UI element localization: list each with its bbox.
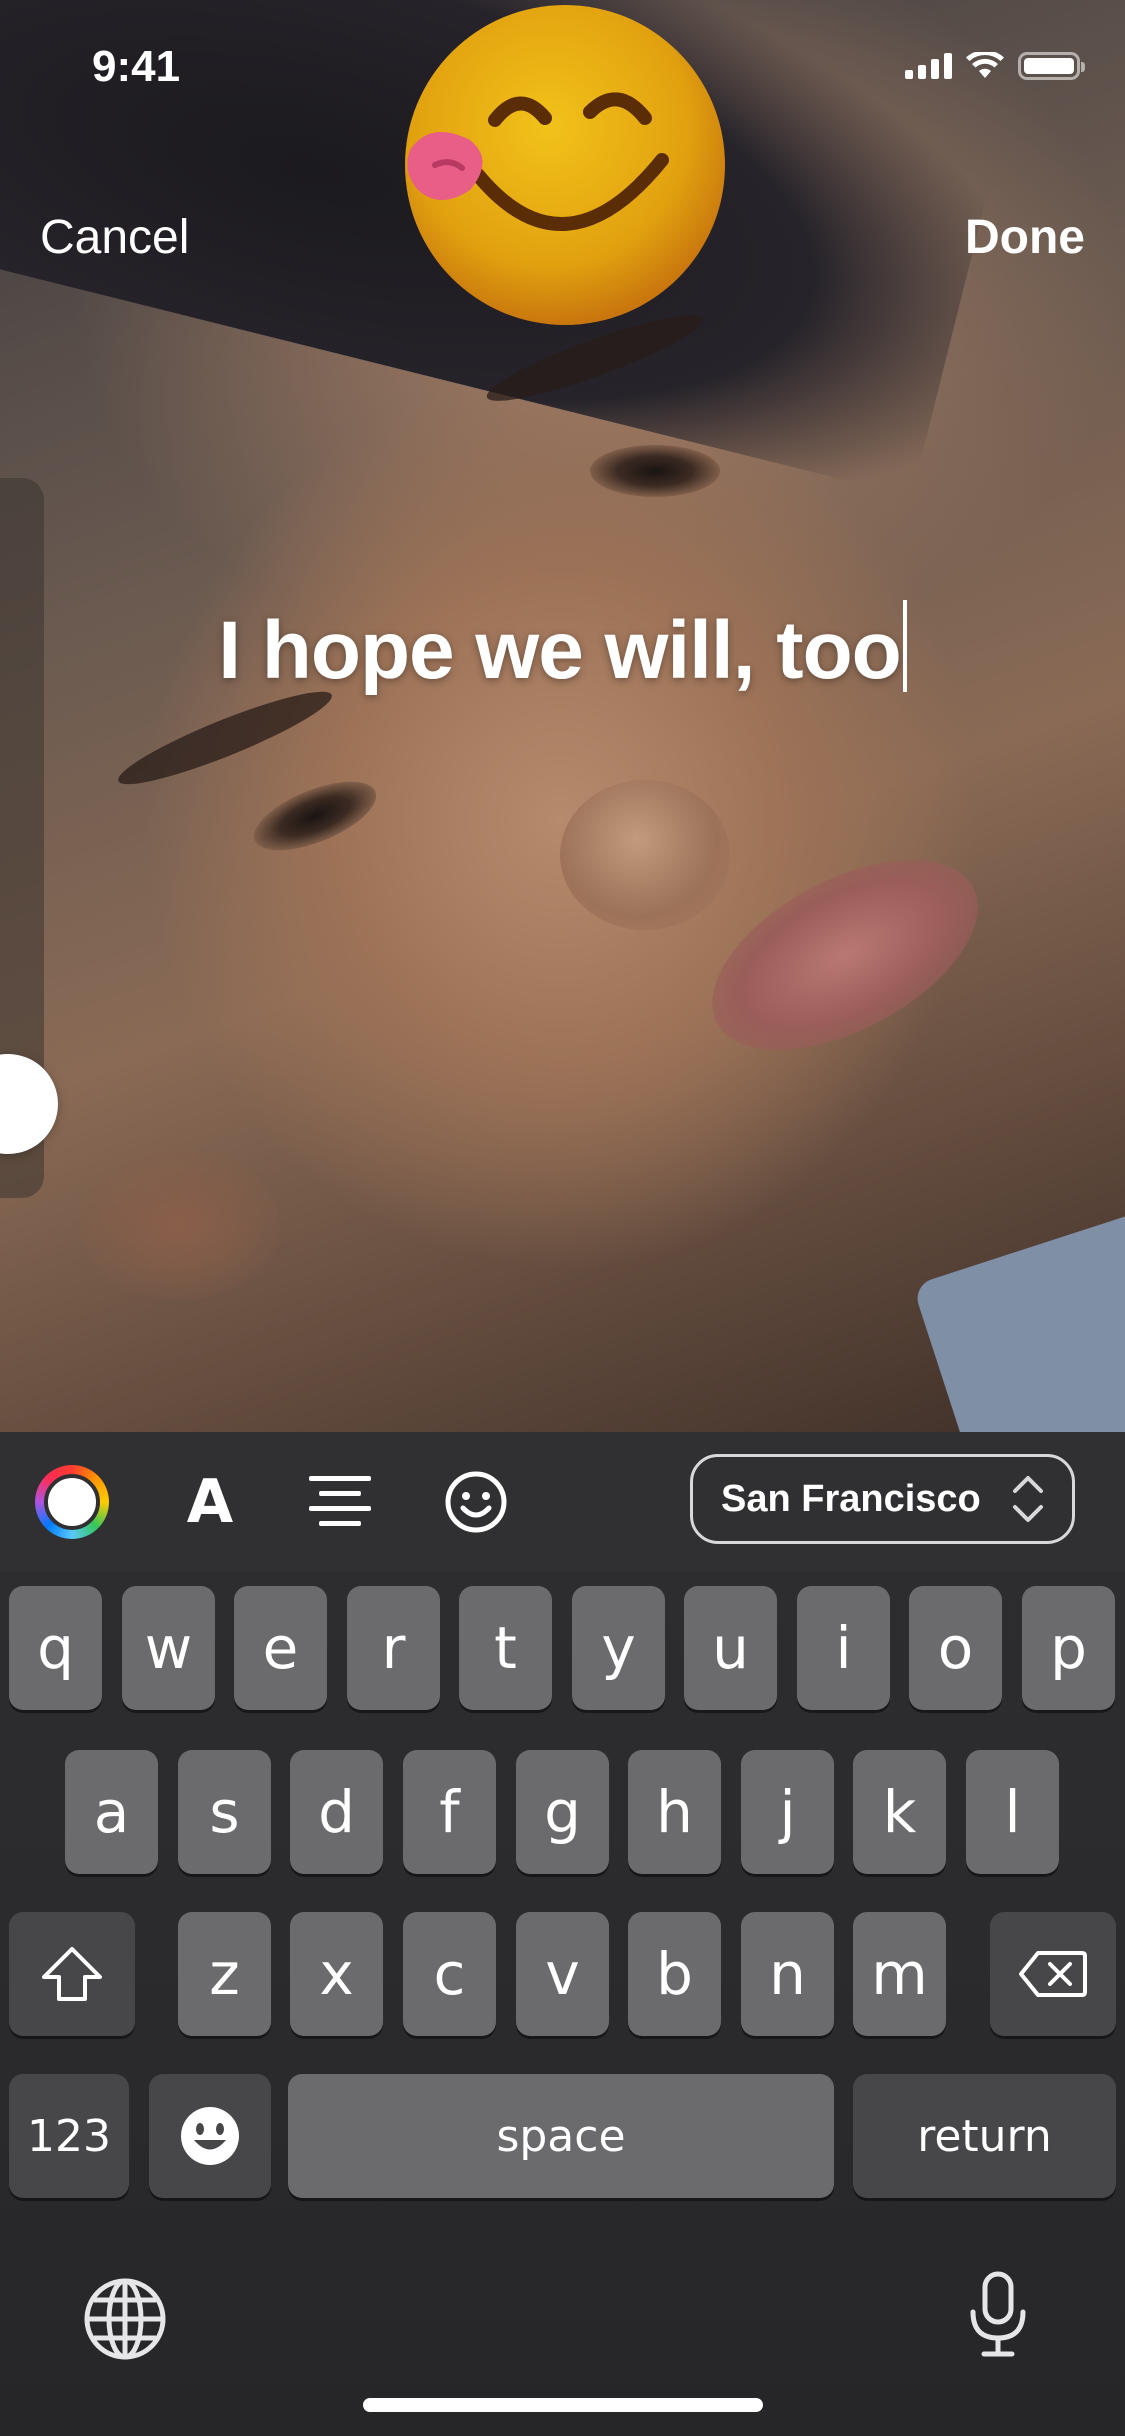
key-n[interactable]: n [741, 1912, 834, 2036]
key-w[interactable]: w [122, 1586, 215, 1710]
key-p[interactable]: p [1022, 1586, 1115, 1710]
battery-icon [1018, 52, 1085, 80]
key-k[interactable]: k [853, 1750, 946, 1874]
key-h[interactable]: h [628, 1750, 721, 1874]
caption-editor[interactable]: I hope we will, too [0, 600, 1125, 698]
key-o[interactable]: o [909, 1586, 1002, 1710]
key-f[interactable]: f [403, 1750, 496, 1874]
done-button[interactable]: Done [965, 210, 1085, 265]
key-g[interactable]: g [516, 1750, 609, 1874]
numbers-key[interactable]: 123 [9, 2074, 129, 2198]
key-e[interactable]: e [234, 1586, 327, 1710]
keyboard: q w e r t y u i o p a s d f g h j k l z … [0, 1572, 1125, 2436]
key-u[interactable]: u [684, 1586, 777, 1710]
shift-key[interactable] [9, 1912, 135, 2036]
key-r[interactable]: r [347, 1586, 440, 1710]
return-key[interactable]: return [853, 2074, 1116, 2198]
cellular-signal-icon [905, 53, 952, 79]
emoji-icon [181, 2107, 239, 2165]
key-s[interactable]: s [178, 1750, 271, 1874]
key-x[interactable]: x [290, 1912, 383, 2036]
key-m[interactable]: m [853, 1912, 946, 2036]
key-b[interactable]: b [628, 1912, 721, 2036]
photo-nose [560, 780, 730, 930]
key-z[interactable]: z [178, 1912, 271, 2036]
key-c[interactable]: c [403, 1912, 496, 2036]
globe-icon[interactable] [82, 2276, 168, 2362]
chevron-up-down-icon [1013, 1476, 1043, 1522]
text-align-button[interactable] [290, 1452, 390, 1552]
font-style-button[interactable]: A [160, 1452, 260, 1552]
wifi-icon [966, 52, 1004, 78]
key-y[interactable]: y [572, 1586, 665, 1710]
status-time: 9:41 [92, 42, 181, 91]
font-style-icon: A [186, 1467, 234, 1537]
status-icons [905, 52, 1085, 80]
photo-eye [244, 767, 386, 865]
font-picker[interactable]: San Francisco [690, 1454, 1075, 1544]
emoji-sticker-button[interactable] [426, 1452, 526, 1552]
key-q[interactable]: q [9, 1586, 102, 1710]
home-indicator[interactable] [363, 2398, 763, 2412]
photo-eye [590, 445, 720, 497]
microphone-icon[interactable] [966, 2270, 1030, 2360]
photo-lips [681, 820, 1009, 1090]
caption-text[interactable]: I hope we will, too [218, 605, 902, 696]
key-d[interactable]: d [290, 1750, 383, 1874]
key-j[interactable]: j [741, 1750, 834, 1874]
key-l[interactable]: l [966, 1750, 1059, 1874]
photo-shirt [912, 1205, 1125, 1432]
key-i[interactable]: i [797, 1586, 890, 1710]
cancel-button[interactable]: Cancel [40, 210, 189, 265]
emoji-icon [445, 1471, 507, 1533]
shift-icon [42, 1947, 102, 2001]
emoji-key[interactable] [149, 2074, 271, 2198]
text-cursor [902, 600, 907, 692]
text-align-center-icon [309, 1476, 371, 1526]
backspace-icon [1019, 1951, 1087, 1997]
font-picker-label: San Francisco [721, 1477, 981, 1520]
photo-ear [80, 1150, 280, 1300]
key-v[interactable]: v [516, 1912, 609, 2036]
face-savoring-food-sticker[interactable] [400, 0, 730, 330]
space-key[interactable]: space [288, 2074, 834, 2198]
color-picker-button[interactable] [22, 1452, 122, 1552]
key-a[interactable]: a [65, 1750, 158, 1874]
color-picker-icon [35, 1465, 109, 1539]
text-format-toolbar: A San Francisco [0, 1432, 1125, 1572]
delete-key[interactable] [990, 1912, 1116, 2036]
key-t[interactable]: t [459, 1586, 552, 1710]
